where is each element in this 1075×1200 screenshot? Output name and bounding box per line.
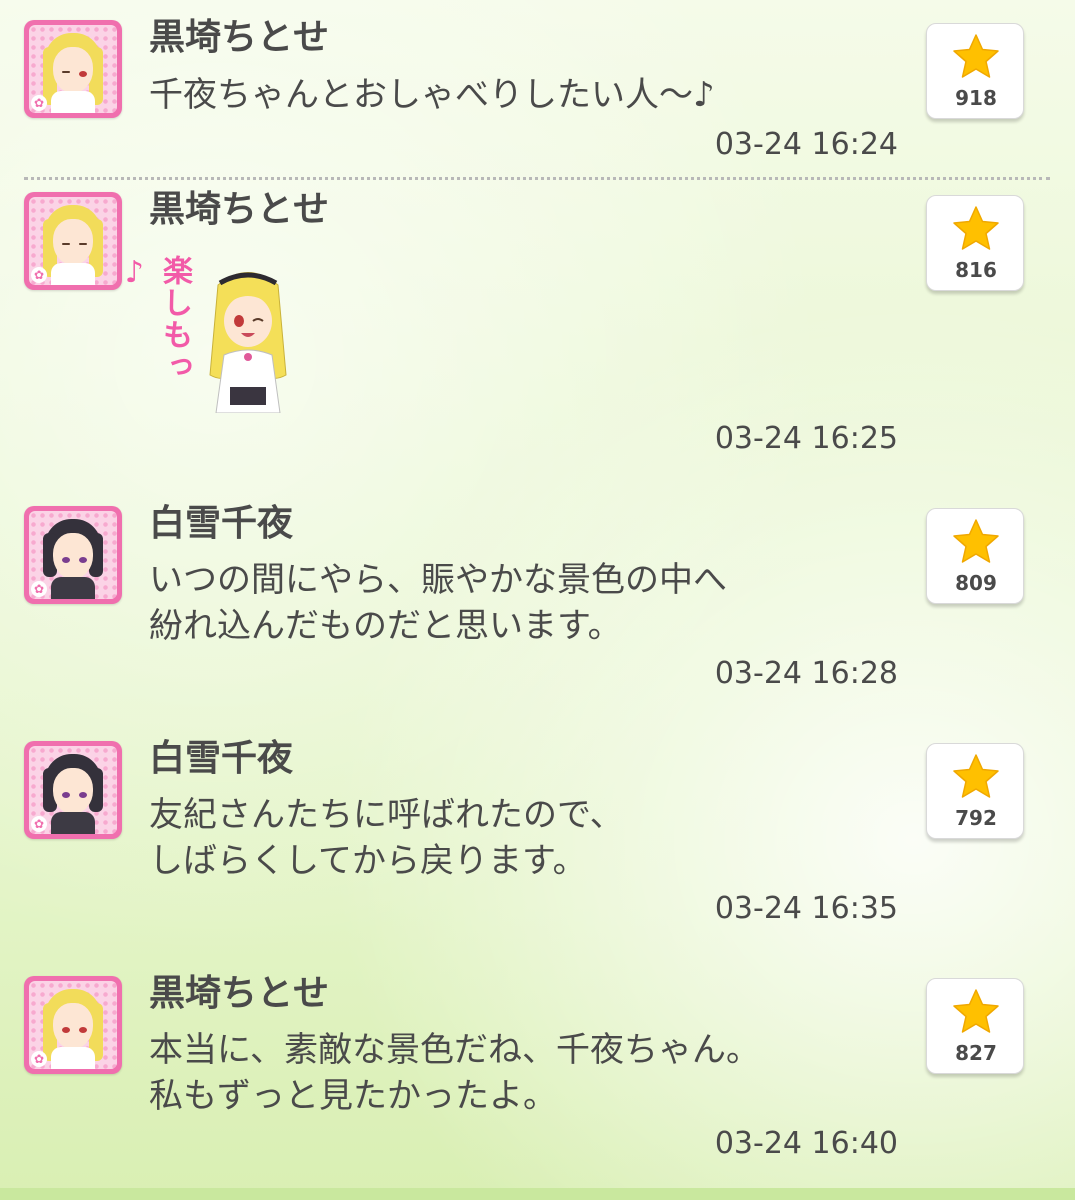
divider [24,177,1050,180]
post-timestamp: 03-24 16:40 [714,1126,898,1161]
post-message: 千夜ちゃんとおしゃべりしたい人〜♪ [149,75,715,115]
like-button[interactable]: 792 [926,743,1024,839]
flower-icon: ✿ [31,95,47,111]
stamp-image: 楽しもっ♪ [117,255,300,413]
like-count: 918 [955,86,997,110]
like-button[interactable]: 816 [926,195,1024,291]
bottom-edge [0,1188,1075,1200]
star-icon [953,519,999,563]
post-message: 本当に、素敵な景色だね、千夜ちゃん。 私もずっと見たかったよ。 [149,1030,760,1116]
post-timestamp: 03-24 16:28 [714,656,898,691]
avatar-chitose[interactable]: ✿ [24,192,122,290]
chibi-character-illustration [209,272,287,413]
stamp-text: 楽しもっ♪ [117,255,192,383]
post-timestamp: 03-24 16:25 [714,421,898,456]
post-author: 白雪千夜 [149,503,294,544]
like-count: 816 [955,258,997,282]
post-author: 白雪千夜 [149,738,294,779]
post-message: いつの間にやら、賑やかな景色の中へ 紛れ込んだものだと思います。 [149,560,727,646]
flower-icon: ✿ [31,581,47,597]
avatar-chiyo[interactable]: ✿ [24,506,122,604]
star-icon [953,34,999,78]
like-button[interactable]: 827 [926,978,1024,1074]
like-button[interactable]: 918 [926,23,1024,119]
post-message: 友紀さんたちに呼ばれたので、 しばらくしてから戻ります。 [149,795,624,881]
like-count: 827 [955,1041,997,1065]
post-author: 黒埼ちとせ [149,189,330,230]
comment-feed: ✿ 黒埼ちとせ 千夜ちゃんとおしゃべりしたい人〜♪ 03-24 16:24 91… [0,0,1075,1200]
star-icon [953,206,999,250]
post-timestamp: 03-24 16:24 [714,127,898,162]
avatar-chitose[interactable]: ✿ [24,976,122,1074]
avatar-chitose[interactable]: ✿ [24,20,122,118]
star-icon [953,989,999,1033]
like-count: 809 [955,571,997,595]
avatar-chiyo[interactable]: ✿ [24,741,122,839]
flower-icon: ✿ [31,816,47,832]
post-author: 黒埼ちとせ [149,17,330,58]
star-icon [953,754,999,798]
post-timestamp: 03-24 16:35 [714,891,898,926]
post-author: 黒埼ちとせ [149,973,330,1014]
like-count: 792 [955,806,997,830]
flower-icon: ✿ [31,267,47,283]
like-button[interactable]: 809 [926,508,1024,604]
flower-icon: ✿ [31,1051,47,1067]
